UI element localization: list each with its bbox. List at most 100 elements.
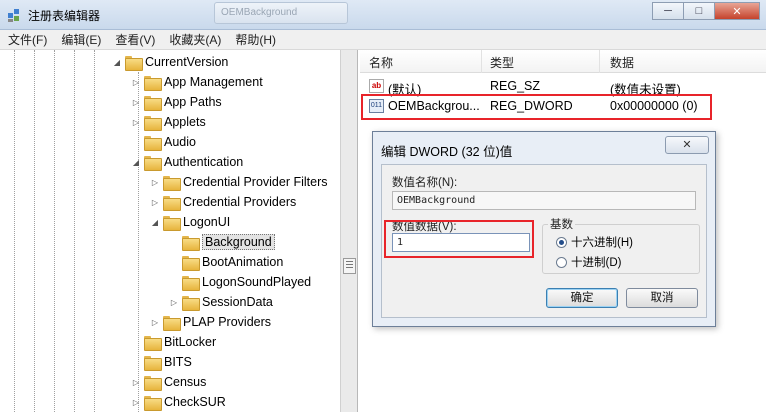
radio-hex-label: 十六进制(H)	[571, 237, 633, 249]
folder-icon	[163, 195, 181, 211]
tree-expanded-icon[interactable]: ◢	[131, 158, 141, 167]
menu-edit[interactable]: 编辑(E)	[61, 31, 101, 48]
tree-collapsed-icon[interactable]: ▷	[131, 398, 141, 407]
tree-expanded-icon[interactable]: ◢	[150, 218, 160, 227]
tree-node-label: CheckSUR	[164, 395, 226, 409]
menu-help[interactable]: 帮助(H)	[235, 31, 276, 48]
radio-hexadecimal[interactable]: 十六进制(H)	[556, 234, 633, 250]
tree-expanded-icon[interactable]: ◢	[112, 58, 122, 67]
tree-node[interactable]: BitLocker	[131, 332, 216, 352]
tree-collapsed-icon[interactable]: ▷	[150, 198, 160, 207]
value-name-label: 数值名称(N):	[392, 177, 458, 189]
tree-node[interactable]: ▷ SessionData	[169, 292, 273, 312]
tree-node-label: BootAnimation	[202, 255, 284, 269]
list-header: 名称 类型 数据	[360, 50, 766, 73]
menu-file[interactable]: 文件(F)	[8, 31, 47, 48]
window-title: 注册表编辑器	[28, 9, 101, 23]
tree-collapsed-icon[interactable]: ▷	[150, 178, 160, 187]
column-name-header[interactable]: 名称	[369, 54, 393, 71]
tree-node[interactable]: ▷ App Paths	[131, 92, 222, 112]
tree-guide-line	[74, 50, 75, 412]
tree-node-label: PLAP Providers	[183, 315, 272, 329]
tree-node-label: Census	[164, 375, 207, 389]
folder-icon	[144, 135, 162, 151]
tree-node[interactable]: ▷ Credential Provider Filters	[150, 172, 328, 192]
tree-node-label: Credential Providers	[183, 195, 297, 209]
tree-node-label: App Management	[164, 75, 263, 89]
highlight-box-row	[361, 94, 712, 120]
value-name-field: OEMBackground	[392, 191, 696, 210]
tree-collapsed-icon[interactable]: ▷	[131, 118, 141, 127]
tree-node-label: Applets	[164, 115, 206, 129]
tree-node[interactable]: ▷ PLAP Providers	[150, 312, 271, 332]
tree-collapsed-icon[interactable]: ▷	[150, 318, 160, 327]
tree-node[interactable]: BootAnimation	[169, 252, 283, 272]
folder-icon	[144, 355, 162, 371]
regedit-app-icon	[8, 9, 19, 22]
title-bar: 注册表编辑器 OEMBackground ─ □ ✕	[0, 0, 766, 30]
folder-icon	[163, 215, 181, 231]
registry-tree[interactable]: ◢ CurrentVersion ▷ App Management ▷ App Paths…	[8, 50, 358, 412]
radio-decimal[interactable]: 十进制(D)	[556, 254, 621, 270]
folder-icon	[144, 335, 162, 351]
radio-unselected-icon	[556, 256, 567, 268]
scrollbar-thumb[interactable]	[343, 258, 356, 274]
folder-icon	[144, 75, 162, 91]
tree-node[interactable]: ◢ Authentication	[131, 152, 243, 172]
tree-node-label: App Paths	[164, 95, 222, 109]
tree-node-label: Background	[202, 234, 275, 250]
tree-scrollbar[interactable]	[340, 50, 357, 412]
menu-bar: 文件(F) 编辑(E) 查看(V) 收藏夹(A) 帮助(H)	[0, 30, 766, 50]
tree-collapsed-icon[interactable]: ▷	[131, 98, 141, 107]
tree-guide-line	[54, 50, 55, 412]
tree-node-label: BITS	[164, 355, 192, 369]
tree-node-label: Authentication	[164, 155, 244, 169]
value-type: REG_SZ	[490, 79, 541, 93]
tree-node[interactable]: ◢ CurrentVersion	[112, 52, 228, 72]
tree-node-label: LogonSoundPlayed	[202, 275, 312, 289]
folder-icon	[182, 295, 200, 311]
tree-guide-line	[34, 50, 35, 412]
highlight-box-value-data	[384, 220, 534, 258]
base-label: 基数	[548, 216, 575, 232]
tree-collapsed-icon[interactable]: ▷	[131, 378, 141, 387]
folder-icon	[163, 175, 181, 191]
folder-icon	[163, 315, 181, 331]
menu-favorites[interactable]: 收藏夹(A)	[169, 31, 221, 48]
minimize-button[interactable]: ─	[652, 2, 684, 20]
tree-collapsed-icon[interactable]: ▷	[169, 298, 179, 307]
folder-icon	[144, 95, 162, 111]
folder-icon	[144, 375, 162, 391]
folder-icon	[182, 255, 200, 271]
folder-icon	[144, 155, 162, 171]
menu-view[interactable]: 查看(V)	[115, 31, 155, 48]
tree-node[interactable]: ▷ App Management	[131, 72, 263, 92]
tree-node[interactable]: BITS	[131, 352, 192, 372]
tree-node-label: SessionData	[202, 295, 273, 309]
background-window-tab[interactable]: OEMBackground	[214, 2, 348, 24]
folder-icon	[182, 235, 200, 251]
tree-node[interactable]: ▷ Census	[131, 372, 206, 392]
tree-node[interactable]: ◢ LogonUI	[150, 212, 230, 232]
close-button[interactable]: ✕	[714, 2, 760, 20]
tree-node-label: CurrentVersion	[145, 55, 229, 69]
folder-icon	[144, 115, 162, 131]
cancel-button[interactable]: 取消	[626, 288, 698, 308]
tree-node[interactable]: Audio	[131, 132, 196, 152]
dialog-close-button[interactable]: ✕	[665, 136, 709, 154]
tree-node[interactable]: ▷ Applets	[131, 112, 206, 132]
tree-collapsed-icon[interactable]: ▷	[131, 78, 141, 87]
column-data-header[interactable]: 数据	[610, 54, 634, 71]
ok-button[interactable]: 确定	[546, 288, 618, 308]
string-value-icon: ab	[369, 79, 384, 93]
tree-guide-line	[14, 50, 15, 412]
tree-node[interactable]: Background	[169, 232, 275, 252]
tree-node-label: Credential Provider Filters	[183, 175, 328, 189]
tree-node[interactable]: ▷ Credential Providers	[150, 192, 296, 212]
tree-node[interactable]: LogonSoundPlayed	[169, 272, 311, 292]
maximize-button[interactable]: □	[683, 2, 715, 20]
tree-node[interactable]: ▷ CheckSUR	[131, 392, 226, 412]
tree-node-label: LogonUI	[183, 215, 231, 229]
column-type-header[interactable]: 类型	[490, 54, 514, 71]
folder-icon	[125, 55, 143, 71]
